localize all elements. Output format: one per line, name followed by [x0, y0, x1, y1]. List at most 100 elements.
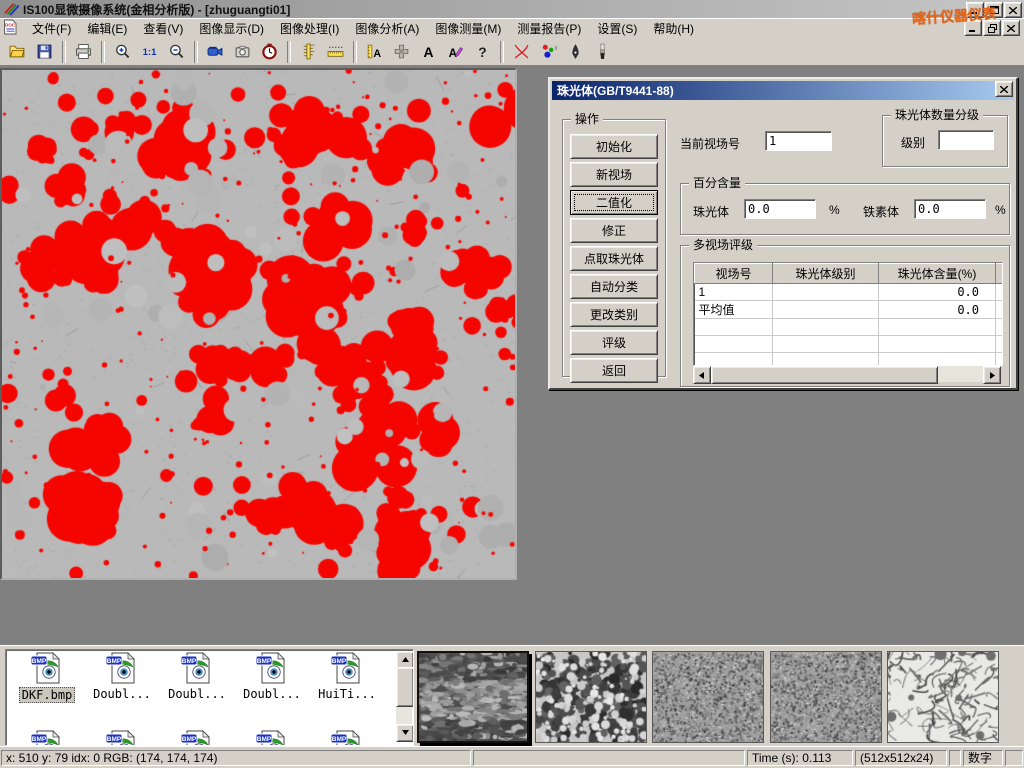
file-item[interactable]: BMP [87, 730, 157, 746]
video-camera-icon[interactable] [202, 39, 229, 65]
current-field-label: 当前视场号 [680, 135, 740, 152]
scrollbar-thumb[interactable] [711, 366, 938, 384]
text-icon[interactable]: A [415, 39, 442, 65]
file-name[interactable]: Doubl... [166, 687, 228, 701]
capture-camera-icon[interactable] [229, 39, 256, 65]
scrollbar-track[interactable] [938, 366, 983, 382]
menu-image-analysis[interactable]: 图像分析(A) [347, 18, 427, 39]
scroll-right-icon[interactable] [983, 366, 1001, 384]
file-name[interactable]: DKF.bmp [19, 687, 76, 703]
file-item[interactable]: BMP Doubl... [237, 652, 307, 701]
maximize-button[interactable] [985, 2, 1003, 18]
multi-field-group: 多视场评级 视场号 珠光体级别 珠光体含量(%) 铁素体含量(%) 1 [680, 245, 1010, 387]
scroll-down-icon[interactable] [396, 724, 414, 742]
file-item[interactable]: BMP Doubl... [87, 652, 157, 701]
dialog-close-icon[interactable] [995, 81, 1013, 97]
mdi-minimize-button[interactable] [964, 20, 982, 36]
file-item[interactable]: BMP [312, 730, 382, 746]
new-field-button[interactable]: 新视场 [570, 162, 658, 187]
classify-balls-icon[interactable]: 3 [535, 39, 562, 65]
scrollbar-thumb[interactable] [396, 667, 414, 707]
file-name[interactable]: Doubl... [91, 687, 153, 701]
zoom-out-icon[interactable] [163, 39, 190, 65]
mdi-child-controls [964, 20, 1020, 36]
table-row[interactable] [695, 319, 1004, 336]
grid-tool-icon[interactable] [388, 39, 415, 65]
annotate-icon[interactable]: A [442, 39, 469, 65]
mdi-restore-button[interactable] [983, 20, 1001, 36]
caliper-icon[interactable] [295, 39, 322, 65]
binarize-button[interactable]: 二值化 [570, 190, 658, 215]
menu-file[interactable]: 文件(F) [24, 18, 79, 39]
return-button[interactable]: 返回 [570, 358, 658, 383]
table-row[interactable]: 1 0.0 [695, 284, 1004, 301]
mode-status: 数字 [963, 750, 1003, 766]
file-browser-scrollbar[interactable] [396, 651, 412, 742]
menu-measure-report[interactable]: 测量报告(P) [509, 18, 589, 39]
thumbnail-5[interactable] [887, 651, 999, 743]
svg-text:BMP: BMP [182, 658, 197, 665]
ferrite-percent-input[interactable] [914, 199, 986, 219]
dialog-title-bar[interactable]: 珠光体(GB/T9441-88) [552, 81, 1014, 100]
thumbnail-2[interactable] [535, 651, 647, 743]
pearlite-percent-input[interactable] [744, 199, 816, 219]
file-name[interactable]: HuiTi... [316, 687, 378, 701]
file-item[interactable]: BMP [12, 730, 82, 746]
correct-button[interactable]: 修正 [570, 218, 658, 243]
col-field-no[interactable]: 视场号 [695, 264, 773, 284]
cell [996, 284, 1004, 301]
table-row[interactable] [695, 336, 1004, 353]
file-name[interactable]: Doubl... [241, 687, 303, 701]
table-horizontal-scrollbar[interactable] [693, 366, 1001, 382]
brush-icon[interactable] [589, 39, 616, 65]
open-icon[interactable] [4, 39, 31, 65]
auto-classify-button[interactable]: 自动分类 [570, 274, 658, 299]
toolbar-separator [62, 41, 66, 63]
col-pearlite-grade[interactable]: 珠光体级别 [773, 264, 879, 284]
col-pearlite-content[interactable]: 珠光体含量(%) [879, 264, 996, 284]
print-icon[interactable] [70, 39, 97, 65]
menu-help[interactable]: 帮助(H) [645, 18, 702, 39]
status-blank-panel [1005, 750, 1023, 766]
file-item[interactable]: BMP HuiTi... [312, 652, 382, 701]
file-item[interactable]: BMP [237, 730, 307, 746]
close-button[interactable] [1004, 2, 1022, 18]
ruler-icon[interactable] [322, 39, 349, 65]
menu-view[interactable]: 查看(V) [135, 18, 191, 39]
table-row[interactable] [695, 353, 1004, 367]
metallographic-image[interactable] [2, 70, 515, 578]
grade-button[interactable]: 评级 [570, 330, 658, 355]
file-item[interactable]: BMP [162, 730, 232, 746]
col-ferrite-content[interactable]: 铁素体含量(%) [996, 264, 1004, 284]
menu-image-display[interactable]: 图像显示(D) [191, 18, 272, 39]
rating-table: 视场号 珠光体级别 珠光体含量(%) 铁素体含量(%) 1 0.0 [694, 263, 1003, 366]
menu-edit[interactable]: 编辑(E) [79, 18, 135, 39]
scroll-left-icon[interactable] [693, 366, 711, 384]
save-icon[interactable] [31, 39, 58, 65]
thumbnail-3[interactable] [652, 651, 764, 743]
init-button[interactable]: 初始化 [570, 134, 658, 159]
help-icon[interactable]: ? [469, 39, 496, 65]
grade-level-input[interactable] [938, 130, 994, 150]
thumbnail-4[interactable] [770, 651, 882, 743]
zoom-in-icon[interactable] [109, 39, 136, 65]
pick-pearlite-button[interactable]: 点取珠光体 [570, 246, 658, 271]
measure-text-icon[interactable]: A [361, 39, 388, 65]
actual-size-icon[interactable]: 1:1 [136, 39, 163, 65]
file-item[interactable]: BMP Doubl... [162, 652, 232, 701]
pen-icon[interactable] [562, 39, 589, 65]
change-class-button[interactable]: 更改类别 [570, 302, 658, 327]
minimize-button[interactable] [966, 2, 984, 18]
mdi-close-button[interactable] [1002, 20, 1020, 36]
menu-image-measure[interactable]: 图像测量(M) [427, 18, 509, 39]
menu-settings[interactable]: 设置(S) [589, 18, 645, 39]
current-field-input[interactable] [765, 131, 832, 151]
toolbar-separator [500, 41, 504, 63]
menu-image-processing[interactable]: 图像处理(I) [272, 18, 347, 39]
file-item[interactable]: BMP DKF.bmp [12, 652, 82, 703]
toolbar-separator [287, 41, 291, 63]
thumbnail-1[interactable] [417, 651, 529, 743]
timer-clock-icon[interactable] [256, 39, 283, 65]
curve-tool-icon[interactable] [508, 39, 535, 65]
table-row[interactable]: 平均值 0.0 [695, 301, 1004, 319]
